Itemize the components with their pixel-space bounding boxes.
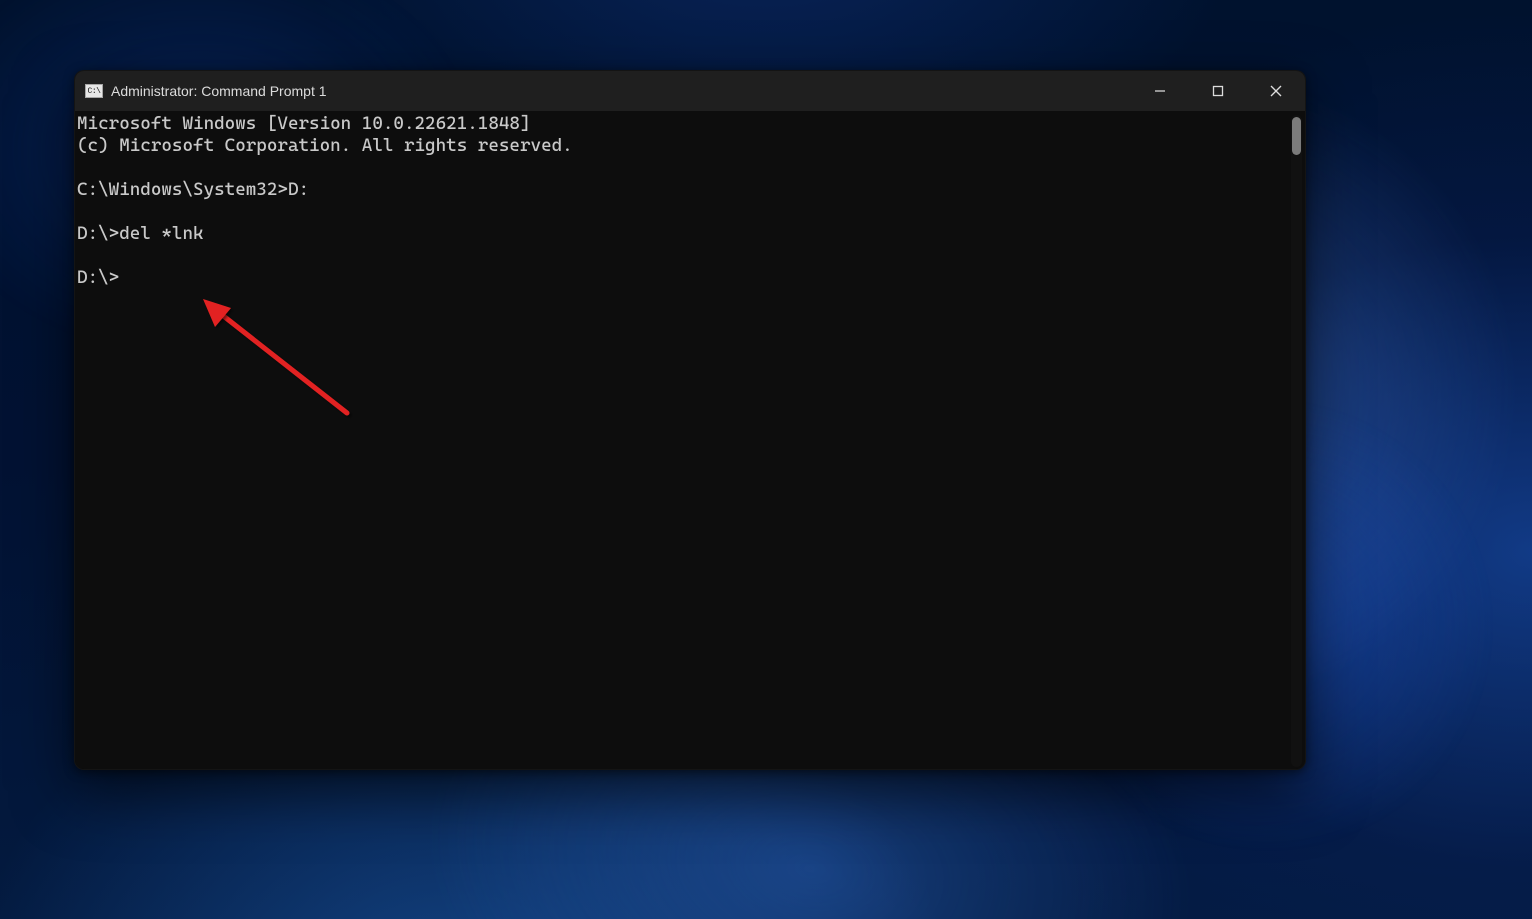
- scrollbar-thumb[interactable]: [1292, 117, 1301, 155]
- cmd-icon: C:\: [85, 84, 103, 98]
- cmd-icon-text: C:\: [88, 87, 101, 96]
- terminal-output: Microsoft Windows [Version 10.0.22621.18…: [75, 113, 1305, 289]
- terminal[interactable]: Microsoft Windows [Version 10.0.22621.18…: [75, 111, 1305, 770]
- window-title: Administrator: Command Prompt 1: [111, 84, 327, 98]
- maximize-button[interactable]: [1189, 71, 1247, 111]
- close-button[interactable]: [1247, 71, 1305, 111]
- maximize-icon: [1212, 85, 1224, 97]
- minimize-button[interactable]: [1131, 71, 1189, 111]
- command-prompt-window: C:\ Administrator: Command Prompt 1 Micr…: [74, 70, 1306, 770]
- terminal-content-area[interactable]: Microsoft Windows [Version 10.0.22621.18…: [75, 111, 1305, 770]
- vertical-scrollbar[interactable]: [1291, 115, 1302, 767]
- titlebar[interactable]: C:\ Administrator: Command Prompt 1: [75, 71, 1305, 111]
- close-icon: [1270, 85, 1282, 97]
- minimize-icon: [1154, 85, 1166, 97]
